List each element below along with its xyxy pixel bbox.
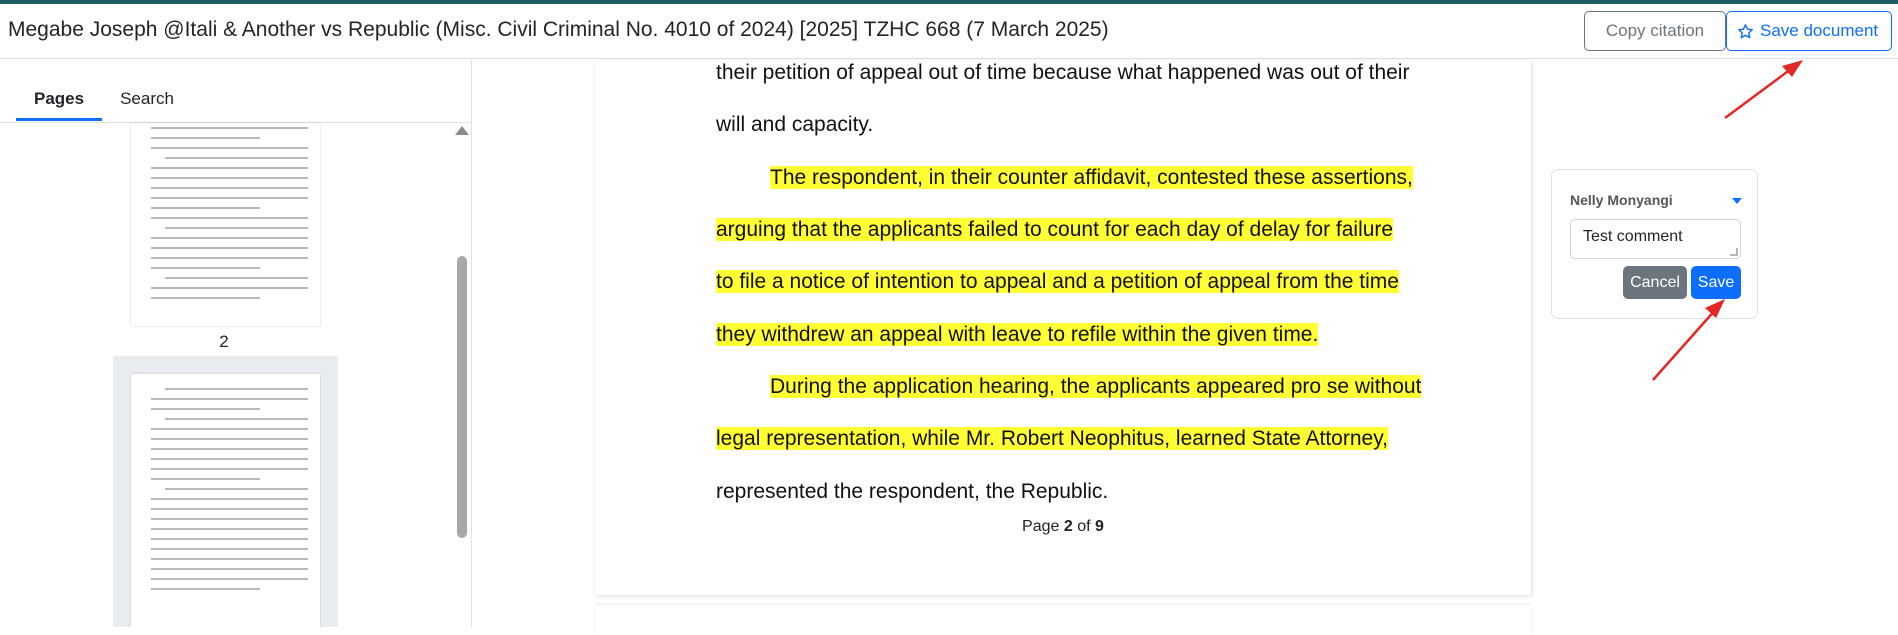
highlighted-text-line[interactable]: During the application hearing, the appl…: [770, 372, 1422, 402]
comment-panel: Nelly Monyangi Test comment Cancel Save: [1551, 169, 1758, 319]
thumbnail-page-number: 2: [219, 332, 229, 351]
scrollbar-thumb[interactable]: [457, 256, 467, 538]
document-viewer: their petition of appeal out of time bec…: [473, 60, 1898, 635]
cancel-button[interactable]: Cancel: [1623, 266, 1687, 299]
tab-search[interactable]: Search: [102, 80, 192, 121]
highlighted-text-line[interactable]: to file a notice of intention to appeal …: [716, 267, 1399, 297]
highlighted-text-line[interactable]: legal representation, while Mr. Robert N…: [716, 424, 1388, 454]
highlighted-text-line[interactable]: they withdrew an appeal with leave to re…: [716, 320, 1319, 350]
tab-pages[interactable]: Pages: [16, 80, 103, 121]
page-thumbnail-2[interactable]: [131, 374, 320, 627]
comment-input[interactable]: Test comment: [1570, 219, 1741, 259]
resize-grip-icon[interactable]: [1730, 248, 1738, 256]
comment-author: Nelly Monyangi: [1570, 192, 1673, 208]
save-document-label: Save document: [1760, 21, 1879, 40]
next-document-page: [595, 605, 1531, 635]
copy-citation-button[interactable]: Copy citation: [1584, 11, 1726, 51]
star-outline-icon: [1738, 23, 1753, 38]
text-line: their petition of appeal out of time bec…: [716, 61, 1410, 84]
text-line: will and capacity.: [716, 113, 874, 136]
page-number-label: Page 2 of 9: [1022, 518, 1104, 535]
text-line: represented the respondent, the Republic…: [716, 480, 1109, 503]
document-header: Megabe Joseph @Itali & Another vs Republ…: [0, 4, 1898, 59]
document-title: Megabe Joseph @Itali & Another vs Republ…: [8, 18, 1109, 41]
caret-down-icon[interactable]: [1732, 198, 1742, 204]
sidebar-tabs: Pages Search: [16, 80, 192, 121]
highlighted-text-line[interactable]: The respondent, in their counter affidav…: [770, 163, 1413, 193]
selected-thumbnail-highlight: [113, 356, 338, 627]
save-document-button[interactable]: Save document: [1726, 11, 1892, 51]
page-thumbnail-1[interactable]: [131, 123, 320, 326]
document-page: their petition of appeal out of time bec…: [595, 60, 1531, 595]
highlighted-text-line[interactable]: arguing that the applicants failed to co…: [716, 215, 1394, 245]
save-comment-button[interactable]: Save: [1691, 266, 1741, 299]
sidebar: Pages Search 2: [0, 60, 472, 627]
scroll-up-arrow-icon[interactable]: [455, 126, 469, 135]
